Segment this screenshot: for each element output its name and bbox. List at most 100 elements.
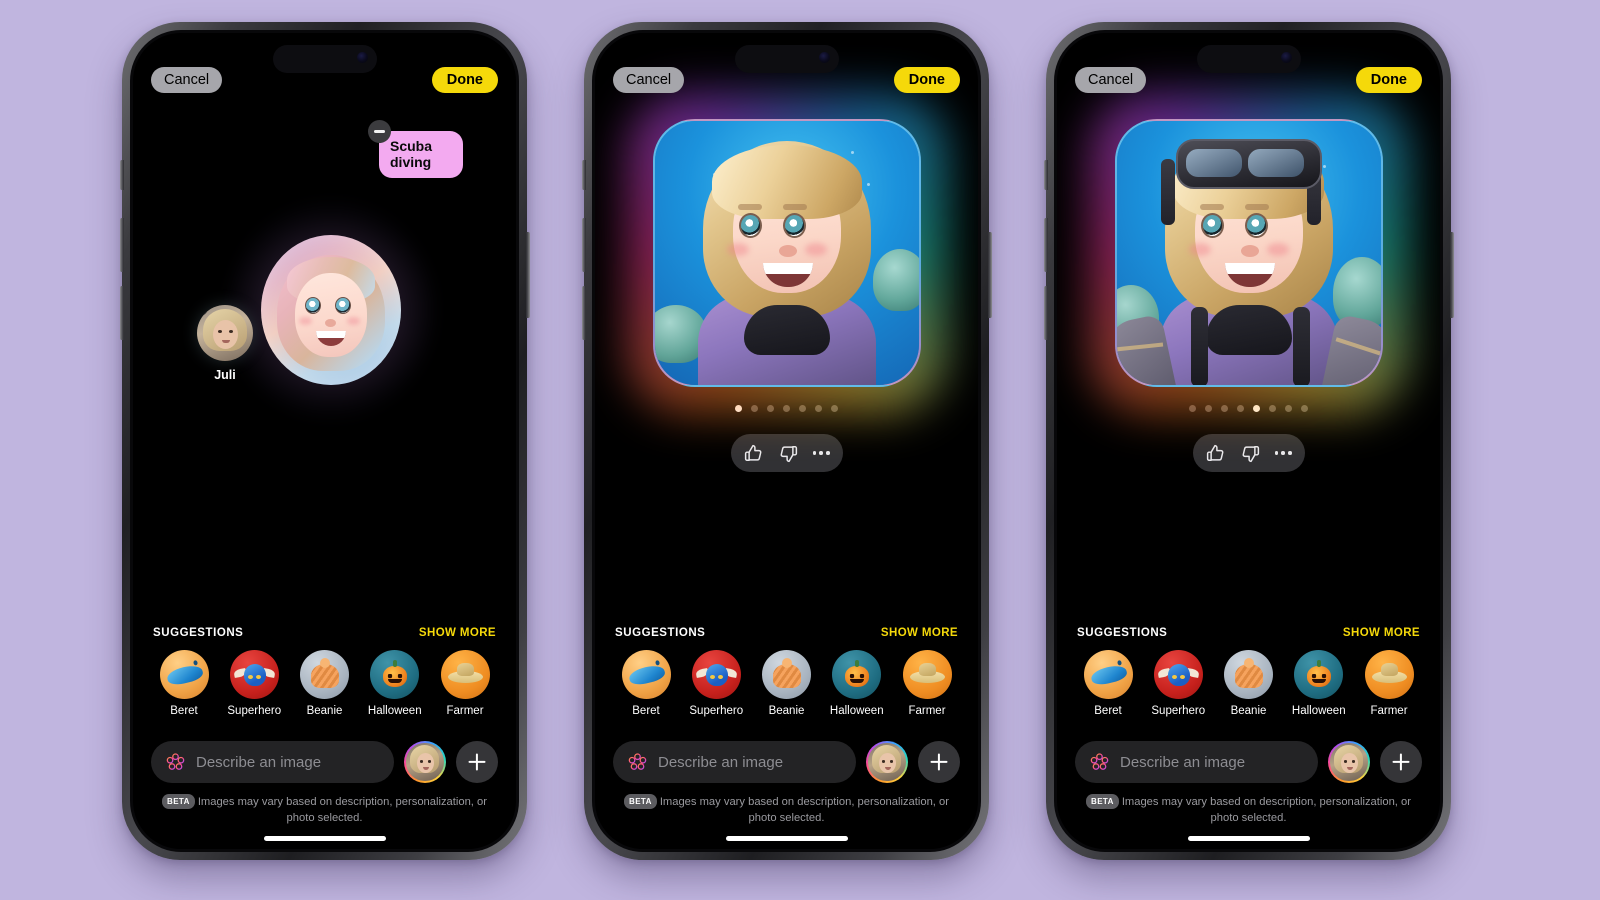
done-button[interactable]: Done [1355, 66, 1422, 94]
person-chip-juli[interactable]: Juli [195, 305, 255, 382]
person-photo [197, 305, 253, 361]
add-button[interactable] [918, 741, 960, 783]
suggestion-superhero[interactable]: Superhero [223, 650, 285, 717]
describe-image-field[interactable]: Describe an image [613, 741, 856, 783]
blush-right [347, 317, 360, 325]
suggestion-label: Beret [1094, 705, 1122, 717]
suggestion-beret[interactable]: Beret [615, 650, 677, 717]
suggestions-header: SUGGESTIONS SHOW MORE [153, 627, 496, 639]
describe-image-field[interactable]: Describe an image [151, 741, 394, 783]
beta-disclaimer: BETA Images may vary based on description… [133, 794, 516, 827]
done-button[interactable]: Done [893, 66, 960, 94]
selected-photo-avatar[interactable] [404, 741, 446, 783]
suggestion-superhero[interactable]: Superhero [685, 650, 747, 717]
volume-down-button[interactable] [1043, 286, 1048, 340]
suggestion-beret[interactable]: Beret [153, 650, 215, 717]
avatar-bubble[interactable] [227, 201, 435, 419]
beret-icon [159, 650, 209, 699]
describe-image-placeholder: Describe an image [658, 753, 784, 771]
suggestion-beanie[interactable]: Beanie [1218, 650, 1280, 717]
front-camera-icon [357, 52, 369, 63]
phone-2-screen: Cancel Done SUGGESTIONS SHOW MORE Beret … [595, 33, 978, 849]
straw-hat-icon [902, 650, 952, 699]
screenshot-stage: Cancel Done Scuba diving Juli SUGGESTION… [0, 0, 1600, 900]
action-button[interactable] [119, 160, 124, 190]
add-button[interactable] [1380, 741, 1422, 783]
apple-intelligence-icon [166, 752, 185, 770]
suggestions-title: SUGGESTIONS [1077, 627, 1168, 639]
beta-disclaimer: BETA Images may vary based on description… [595, 794, 978, 827]
thumbs-up-icon[interactable] [1205, 443, 1226, 464]
thumbs-up-icon[interactable] [743, 443, 764, 464]
tank-strap-right [1292, 307, 1310, 385]
suggestion-halloween[interactable]: Halloween [364, 650, 426, 717]
top-bar: Cancel Done [1057, 63, 1440, 97]
suggestion-farmer[interactable]: Farmer [1358, 650, 1420, 717]
show-more-button[interactable]: SHOW MORE [881, 627, 958, 639]
composition-canvas[interactable]: Scuba diving Juli [133, 107, 516, 627]
suggestion-label: Farmer [908, 705, 946, 717]
suggestion-halloween[interactable]: Halloween [1288, 650, 1350, 717]
remove-person-icon[interactable] [197, 305, 209, 317]
cancel-button[interactable]: Cancel [613, 66, 685, 94]
describe-image-field[interactable]: Describe an image [1075, 741, 1318, 783]
power-button[interactable] [525, 232, 530, 318]
beanie-icon [762, 650, 811, 699]
suggestion-farmer[interactable]: Farmer [434, 650, 496, 717]
volume-down-button[interactable] [581, 286, 586, 340]
suggestion-label: Superhero [227, 705, 282, 717]
generated-image [652, 119, 921, 387]
cancel-button[interactable]: Cancel [1075, 66, 1147, 94]
suggestion-halloween[interactable]: Halloween [826, 650, 888, 717]
action-button[interactable] [581, 160, 586, 190]
home-indicator[interactable] [725, 836, 848, 841]
remove-concept-icon[interactable] [368, 120, 391, 143]
feedback-toolbar [1192, 434, 1305, 472]
selected-photo-avatar[interactable] [866, 741, 908, 783]
phone-2: Cancel Done SUGGESTIONS SHOW MORE Beret … [581, 22, 992, 860]
ellipsis-icon[interactable] [1274, 451, 1292, 455]
volume-down-button[interactable] [119, 286, 124, 340]
show-more-button[interactable]: SHOW MORE [1343, 627, 1420, 639]
suggestion-label: Beanie [1230, 705, 1267, 717]
suggestion-superhero[interactable]: Superhero [1147, 650, 1209, 717]
beta-badge: BETA [624, 794, 657, 809]
disclaimer-text: Images may vary based on description, pe… [659, 796, 949, 825]
show-more-button[interactable]: SHOW MORE [419, 627, 496, 639]
suggestion-beanie[interactable]: Beanie [294, 650, 356, 717]
generated-image-card[interactable] [1088, 93, 1409, 413]
suggestion-farmer[interactable]: Farmer [896, 650, 958, 717]
home-indicator[interactable] [1187, 836, 1310, 841]
apple-intelligence-icon [628, 752, 647, 770]
suggestion-beanie[interactable]: Beanie [756, 650, 818, 717]
volume-up-button[interactable] [1043, 218, 1048, 272]
bubble-image [261, 235, 401, 385]
jack-o-lantern-icon [832, 650, 882, 699]
volume-up-button[interactable] [119, 218, 124, 272]
action-button[interactable] [1043, 160, 1048, 190]
add-button[interactable] [456, 741, 498, 783]
cancel-button[interactable]: Cancel [151, 66, 223, 94]
power-button[interactable] [1449, 232, 1454, 318]
disclaimer-text: Images may vary based on description, pe… [197, 796, 487, 825]
suggestions-header: SUGGESTIONS SHOW MORE [1077, 627, 1420, 639]
suggestion-beret[interactable]: Beret [1077, 650, 1139, 717]
home-indicator[interactable] [263, 836, 386, 841]
power-button[interactable] [987, 232, 992, 318]
concept-chip-scuba-diving[interactable]: Scuba diving [368, 120, 463, 179]
suggestions-row: Beret Superhero Beanie Halloween Farmer [615, 650, 958, 717]
done-button[interactable]: Done [431, 66, 498, 94]
selected-photo-avatar[interactable] [1328, 741, 1370, 783]
thumbs-down-icon[interactable] [1240, 443, 1261, 464]
ellipsis-icon[interactable] [812, 451, 830, 455]
apple-intelligence-icon [1090, 752, 1109, 770]
person-eye-left [218, 330, 222, 333]
volume-up-button[interactable] [581, 218, 586, 272]
front-camera-icon [819, 52, 831, 63]
straw-hat-icon [440, 650, 490, 699]
input-bar: Describe an image [1057, 741, 1440, 783]
generated-image-card[interactable] [626, 93, 947, 413]
suggestions-header: SUGGESTIONS SHOW MORE [615, 627, 958, 639]
thumbs-down-icon[interactable] [778, 443, 799, 464]
phone-1: Cancel Done Scuba diving Juli SUGGESTION… [119, 22, 530, 860]
